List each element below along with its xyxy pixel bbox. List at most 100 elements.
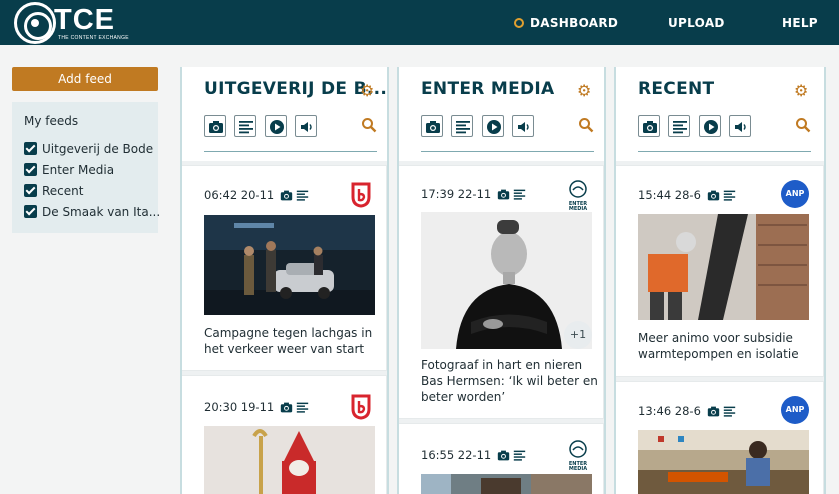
search-icon[interactable] bbox=[361, 117, 377, 133]
play-icon bbox=[269, 119, 285, 135]
news-card[interactable]: 13:46 28-6 ANP bbox=[616, 381, 824, 494]
my-feeds-title: My feeds bbox=[24, 114, 79, 128]
column-header: ENTER MEDIA ⚙ bbox=[399, 67, 604, 165]
filter-video-button[interactable] bbox=[699, 115, 721, 137]
enter-media-logo-icon: ENTER MEDIA bbox=[567, 440, 589, 472]
card-headline: Meer animo voor subsidie warmtepompen en… bbox=[638, 331, 799, 361]
checkbox-checked-icon[interactable] bbox=[24, 184, 37, 197]
nav-dashboard[interactable]: DASHBOARD bbox=[514, 0, 618, 45]
camera-icon bbox=[497, 188, 510, 201]
search-icon[interactable] bbox=[795, 117, 811, 133]
tce-logo[interactable]: TCE THE CONTENT EXCHANGE bbox=[14, 2, 129, 44]
filter-video-button[interactable] bbox=[265, 115, 287, 137]
gear-icon[interactable]: ⚙ bbox=[577, 81, 591, 100]
anp-logo-icon: ANP bbox=[781, 396, 809, 424]
enter-media-logo-text: ENTER MEDIA bbox=[568, 461, 588, 472]
my-feeds-panel: My feeds Uitgeverij de Bode Enter Media … bbox=[12, 102, 160, 233]
news-photo bbox=[204, 215, 375, 315]
enter-media-logo-icon: ENTER MEDIA bbox=[567, 180, 589, 212]
filter-photo-button[interactable] bbox=[204, 115, 226, 137]
enter-media-mark bbox=[569, 440, 587, 458]
filter-audio-button[interactable] bbox=[729, 115, 751, 137]
play-icon bbox=[486, 119, 502, 135]
news-card[interactable]: 16:55 22-11 ENTER MEDIA bbox=[399, 423, 604, 494]
feed-item-bode[interactable]: Uitgeverij de Bode bbox=[24, 138, 153, 159]
gear-icon[interactable]: ⚙ bbox=[360, 81, 374, 100]
nav-dashboard-label: DASHBOARD bbox=[530, 16, 619, 30]
card-time: 15:44 28-6 bbox=[638, 188, 701, 202]
top-bar: TCE THE CONTENT EXCHANGE DASHBOARD UPLOA… bbox=[0, 0, 839, 45]
news-photo bbox=[638, 214, 809, 320]
bode-logo-icon bbox=[351, 182, 371, 208]
nav-help-label: HELP bbox=[782, 16, 818, 30]
camera-icon bbox=[425, 119, 441, 135]
card-meta: 16:55 22-11 bbox=[421, 448, 526, 462]
scrollbar-thumb[interactable] bbox=[824, 164, 826, 176]
checkbox-checked-icon[interactable] bbox=[24, 205, 37, 218]
card-headline: Fotograaf in hart en nieren Bas Hermsen:… bbox=[421, 358, 598, 404]
feed-column-bode: UITGEVERIJ DE B... ⚙ 06:42 20-11 Campagn… bbox=[180, 67, 389, 494]
text-icon bbox=[723, 189, 736, 202]
card-time: 20:30 19-11 bbox=[204, 400, 275, 414]
feed-label: De Smaak van Ita... bbox=[42, 204, 161, 219]
nav-help[interactable]: HELP bbox=[782, 0, 818, 45]
camera-icon bbox=[642, 119, 658, 135]
news-card[interactable]: 17:39 22-11 ENTER MEDIA +1 Fotograaf in … bbox=[399, 165, 604, 419]
card-image bbox=[204, 426, 375, 494]
news-card[interactable]: 20:30 19-11 bbox=[182, 375, 387, 494]
extra-media-badge: +1 bbox=[564, 321, 592, 349]
text-icon bbox=[455, 119, 471, 135]
filter-photo-button[interactable] bbox=[421, 115, 443, 137]
bode-logo-icon bbox=[351, 394, 371, 420]
feed-item-enter-media[interactable]: Enter Media bbox=[24, 159, 146, 180]
card-meta: 15:44 28-6 bbox=[638, 188, 736, 202]
audio-icon bbox=[299, 119, 315, 135]
card-headline: Campagne tegen lachgas in het verkeer we… bbox=[204, 326, 373, 356]
logo-mark-icon bbox=[14, 2, 56, 44]
filter-video-button[interactable] bbox=[482, 115, 504, 137]
feed-label: Uitgeverij de Bode bbox=[42, 141, 154, 156]
filter-text-button[interactable] bbox=[451, 115, 473, 137]
filter-text-button[interactable] bbox=[668, 115, 690, 137]
enter-media-logo-text: ENTER MEDIA bbox=[568, 201, 588, 212]
text-icon bbox=[296, 401, 309, 414]
checkbox-checked-icon[interactable] bbox=[24, 163, 37, 176]
news-card[interactable]: 06:42 20-11 Campagne tegen lachgas in he… bbox=[182, 165, 387, 371]
card-time: 13:46 28-6 bbox=[638, 404, 701, 418]
column-header: UITGEVERIJ DE B... ⚙ bbox=[182, 67, 387, 165]
checkbox-checked-icon[interactable] bbox=[24, 142, 37, 155]
search-icon[interactable] bbox=[578, 117, 594, 133]
header-divider bbox=[421, 151, 594, 152]
news-photo bbox=[204, 426, 375, 494]
nav-upload[interactable]: UPLOAD bbox=[668, 0, 725, 45]
gear-icon[interactable]: ⚙ bbox=[794, 81, 808, 100]
news-card[interactable]: 15:44 28-6 ANP Meer animo voor subsidie … bbox=[616, 165, 824, 377]
audio-icon bbox=[516, 119, 532, 135]
column-header: RECENT ⚙ bbox=[616, 67, 824, 165]
camera-icon bbox=[707, 189, 720, 202]
card-time: 17:39 22-11 bbox=[421, 187, 492, 201]
filter-text-button[interactable] bbox=[234, 115, 256, 137]
logo-subtitle: THE CONTENT EXCHANGE bbox=[58, 35, 129, 41]
text-icon bbox=[238, 119, 254, 135]
audio-icon bbox=[733, 119, 749, 135]
camera-icon bbox=[280, 401, 293, 414]
camera-icon bbox=[280, 189, 293, 202]
filter-photo-button[interactable] bbox=[638, 115, 660, 137]
card-image bbox=[421, 474, 592, 494]
card-image bbox=[638, 430, 809, 494]
filter-audio-button[interactable] bbox=[512, 115, 534, 137]
feed-item-smaak[interactable]: De Smaak van Ita... bbox=[24, 201, 160, 222]
card-image bbox=[204, 215, 375, 315]
card-meta: 17:39 22-11 bbox=[421, 187, 526, 201]
text-icon bbox=[513, 188, 526, 201]
card-meta: 20:30 19-11 bbox=[204, 400, 309, 414]
feed-item-recent[interactable]: Recent bbox=[24, 180, 146, 201]
card-image bbox=[638, 214, 809, 320]
enter-media-mark bbox=[569, 180, 587, 198]
news-photo bbox=[421, 474, 592, 494]
nav-upload-label: UPLOAD bbox=[668, 16, 725, 30]
add-feed-button[interactable]: Add feed bbox=[12, 67, 158, 91]
filter-audio-button[interactable] bbox=[295, 115, 317, 137]
card-time: 16:55 22-11 bbox=[421, 448, 492, 462]
